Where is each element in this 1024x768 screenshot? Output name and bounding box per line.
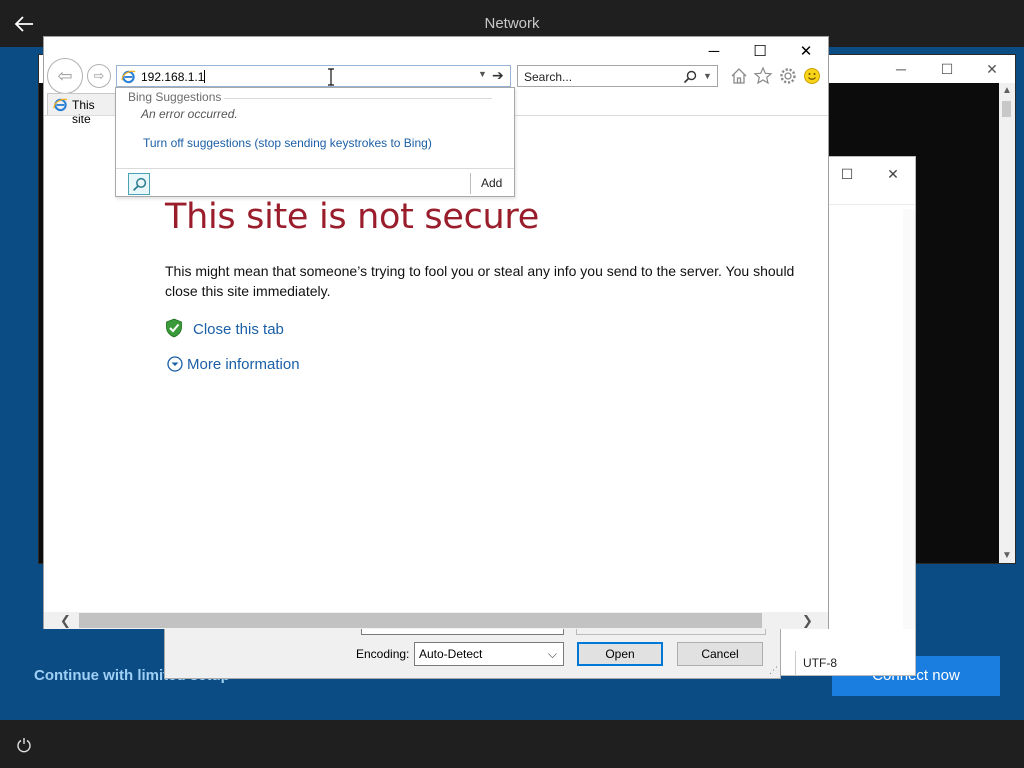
address-bar[interactable]: 192.168.1.1 ▼ ➔ <box>116 65 511 87</box>
scroll-right-icon[interactable]: ❯ <box>802 613 813 629</box>
power-icon[interactable] <box>15 736 33 754</box>
open-button[interactable]: Open <box>577 642 663 666</box>
suggestions-footer: Add <box>116 168 514 197</box>
console-maximize-button[interactable]: ☐ <box>932 59 962 79</box>
horizontal-scrollbar[interactable]: ❮ ❯ <box>44 612 828 629</box>
search-input[interactable]: Search... ▼ <box>517 65 718 87</box>
turn-off-suggestions-link[interactable]: Turn off suggestions (stop sending keyst… <box>143 136 432 150</box>
text-cursor-icon <box>328 68 334 86</box>
home-icon[interactable] <box>729 66 749 86</box>
console-scroll-thumb[interactable] <box>1002 101 1011 117</box>
expand-chevron-icon[interactable] <box>167 356 183 372</box>
scroll-left-icon[interactable]: ❮ <box>60 613 71 629</box>
settings-gear-icon[interactable] <box>778 66 798 86</box>
suggestions-header-rule <box>224 98 492 99</box>
resize-grip-icon[interactable]: ⋰ <box>769 665 778 676</box>
horizontal-scroll-thumb[interactable] <box>79 613 762 628</box>
footer-divider <box>470 173 471 194</box>
suggestions-header: Bing Suggestions <box>128 90 222 104</box>
add-provider-button[interactable]: Add <box>481 176 502 190</box>
search-placeholder: Search... <box>524 70 573 84</box>
open-file-dialog: Encoding: Auto-Detect ⌵ Open Cancel ⋰ <box>164 624 781 679</box>
chevron-down-icon: ⌵ <box>547 647 557 661</box>
back-button[interactable]: ⇦ <box>47 58 83 94</box>
browser-close-button[interactable]: ✕ <box>783 41 829 63</box>
scroll-up-icon[interactable]: ▲ <box>1002 85 1012 96</box>
feedback-smiley-icon[interactable] <box>802 66 822 86</box>
tab-label: This site <box>72 98 95 126</box>
browser-maximize-button[interactable]: ☐ <box>737 41 783 63</box>
favorites-star-icon[interactable] <box>753 66 773 86</box>
search-icon <box>133 177 147 191</box>
address-input[interactable]: 192.168.1.1 <box>141 70 206 84</box>
ie-logo-icon <box>121 70 136 84</box>
more-information-link[interactable]: More information <box>187 356 300 373</box>
suggestions-error: An error occurred. <box>141 107 238 121</box>
cancel-button[interactable]: Cancel <box>677 642 763 666</box>
notepad-maximize-button[interactable]: ☐ <box>831 163 863 185</box>
error-description-line: close this site immediately. <box>165 283 331 299</box>
search-provider-button[interactable] <box>128 173 150 195</box>
oobe-bottom-bar <box>0 720 1024 768</box>
notepad-scrollbar[interactable] <box>903 209 915 629</box>
error-description: This might mean that someone’s trying to… <box>165 261 830 301</box>
ie-logo-icon <box>53 98 68 112</box>
status-encoding: UTF-8 <box>803 656 837 670</box>
console-close-button[interactable]: ✕ <box>977 59 1007 79</box>
forward-button[interactable]: ⇨ <box>87 64 111 88</box>
page-title: This site is not secure <box>165 197 539 237</box>
encoding-value: Auto-Detect <box>419 647 483 661</box>
address-dropdown-icon[interactable]: ▼ <box>478 69 487 79</box>
scroll-down-icon[interactable]: ▼ <box>1002 550 1012 561</box>
error-description-line: This might mean that someone’s trying to… <box>165 263 795 279</box>
browser-minimize-button[interactable]: ─ <box>691 41 737 63</box>
console-minimize-button[interactable]: ─ <box>886 59 916 79</box>
encoding-label: Encoding: <box>356 647 410 661</box>
address-suggestions-dropdown: Bing Suggestions An error occurred. Turn… <box>115 87 515 197</box>
encoding-select[interactable]: Auto-Detect ⌵ <box>414 642 564 666</box>
search-dropdown-icon[interactable]: ▼ <box>703 71 712 81</box>
shield-check-icon <box>166 318 182 338</box>
forward-arrow-icon: ⇨ <box>93 68 105 83</box>
oobe-title: Network <box>484 15 540 32</box>
tab-this-site[interactable]: This site <box>47 93 117 126</box>
close-tab-link[interactable]: Close this tab <box>193 321 284 338</box>
go-arrow-icon[interactable]: ➔ <box>492 67 504 84</box>
search-icon[interactable] <box>683 70 697 84</box>
back-arrow-icon: ⇦ <box>57 66 73 86</box>
status-divider <box>795 651 796 675</box>
notepad-close-button[interactable]: ✕ <box>877 163 909 185</box>
console-scrollbar[interactable]: ▲ ▼ <box>999 83 1015 563</box>
